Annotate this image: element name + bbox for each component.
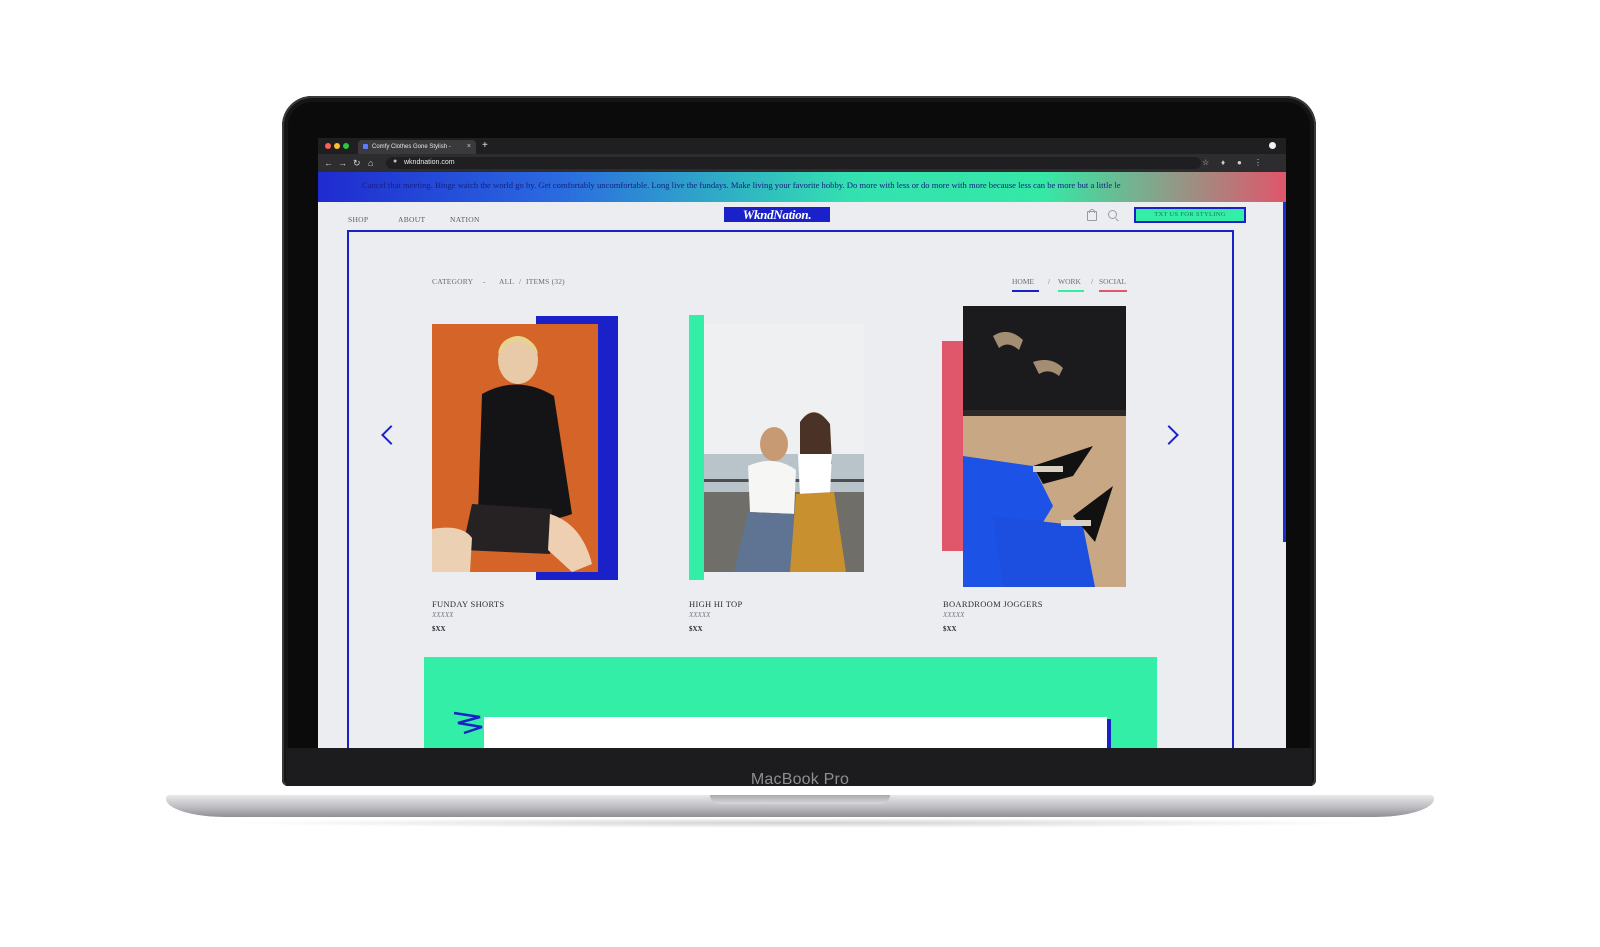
browser-tab-bar: Comfy Clothes Gone Stylish - × + bbox=[318, 138, 1286, 154]
nav-shop[interactable]: SHOP bbox=[348, 215, 368, 224]
announcement-marquee: Cancel that meeting. Binge watch the wor… bbox=[318, 172, 1286, 202]
site-logo[interactable]: WkndNation. bbox=[724, 207, 830, 222]
lock-icon: ● bbox=[393, 158, 398, 165]
product-subtitle: XXXXX bbox=[943, 611, 965, 619]
tab-close-icon[interactable]: × bbox=[467, 140, 471, 154]
model-hoodie-illustration bbox=[432, 324, 598, 572]
window-minimize-icon[interactable] bbox=[334, 143, 340, 149]
new-tab-button[interactable]: + bbox=[482, 138, 488, 154]
text-us-styling-button[interactable]: TXT US FOR STYLING bbox=[1134, 207, 1246, 223]
forward-icon[interactable]: → bbox=[338, 156, 347, 170]
extensions-icon[interactable]: ♦ bbox=[1221, 156, 1225, 170]
bookmark-star-icon[interactable]: ☆ bbox=[1202, 156, 1209, 170]
page-scrollbar[interactable] bbox=[1283, 202, 1286, 542]
home-icon[interactable]: ⌂ bbox=[368, 156, 373, 170]
breadcrumb-all[interactable]: ALL bbox=[499, 277, 514, 286]
screen: Comfy Clothes Gone Stylish - × + ← → ↻ ⌂… bbox=[318, 138, 1286, 748]
account-avatar-icon[interactable]: ● bbox=[1237, 156, 1242, 170]
product-image[interactable] bbox=[704, 324, 864, 572]
filter-separator: / bbox=[1091, 277, 1094, 286]
laptop-notch bbox=[710, 795, 890, 804]
filter-work-underline bbox=[1058, 290, 1084, 292]
product-name[interactable]: BOARDROOM JOGGERS bbox=[943, 599, 1043, 609]
product-subtitle: XXXXX bbox=[432, 611, 454, 619]
favicon-icon bbox=[363, 144, 368, 149]
breadcrumb-separator: - bbox=[483, 277, 486, 286]
product-price: $XX bbox=[943, 625, 957, 633]
search-icon[interactable] bbox=[1108, 210, 1117, 219]
product-price: $XX bbox=[432, 625, 446, 633]
breadcrumb-category[interactable]: CATEGORY bbox=[432, 277, 473, 286]
promo-inner-panel bbox=[484, 717, 1107, 748]
tab-title: Comfy Clothes Gone Stylish - bbox=[372, 144, 451, 150]
product-accent-block bbox=[689, 315, 704, 580]
browser-tab[interactable]: Comfy Clothes Gone Stylish - × bbox=[358, 140, 476, 154]
product-name[interactable]: FUNDAY SHORTS bbox=[432, 599, 504, 609]
nav-nation[interactable]: NATION bbox=[450, 215, 480, 224]
window-close-icon[interactable] bbox=[325, 143, 331, 149]
filter-social-underline bbox=[1099, 290, 1127, 292]
shopping-bag-icon[interactable] bbox=[1087, 209, 1097, 221]
product-price: $XX bbox=[689, 625, 703, 633]
back-icon[interactable]: ← bbox=[324, 156, 333, 170]
marquee-text: Cancel that meeting. Binge watch the wor… bbox=[362, 180, 1121, 190]
two-friends-illustration bbox=[704, 324, 864, 572]
reload-icon[interactable]: ↻ bbox=[353, 156, 361, 170]
address-bar[interactable]: ● wkndnation.com bbox=[386, 157, 1201, 169]
promo-banner bbox=[424, 657, 1157, 748]
filter-home-underline bbox=[1012, 290, 1039, 292]
laptop-shadow bbox=[220, 818, 1380, 828]
product-image[interactable] bbox=[432, 324, 598, 572]
product-name[interactable]: HIGH HI TOP bbox=[689, 599, 743, 609]
breadcrumb-slash: / bbox=[519, 277, 522, 286]
breadcrumb-items-count: ITEMS (32) bbox=[526, 277, 565, 286]
filter-home[interactable]: HOME bbox=[1012, 277, 1034, 286]
filter-work[interactable]: WORK bbox=[1058, 277, 1081, 286]
promo-inner-edge bbox=[1107, 719, 1111, 748]
joggers-heels-illustration bbox=[963, 306, 1126, 587]
filter-separator: / bbox=[1048, 277, 1051, 286]
product-subtitle: XXXXX bbox=[689, 611, 711, 619]
window-zoom-icon[interactable] bbox=[343, 143, 349, 149]
browser-toolbar: ← → ↻ ⌂ ● wkndnation.com ☆ ♦ ● ⋮ bbox=[318, 154, 1286, 172]
browser-menu-icon[interactable]: ⋮ bbox=[1254, 156, 1262, 170]
url-text: wkndnation.com bbox=[404, 159, 455, 166]
nav-about[interactable]: ABOUT bbox=[398, 215, 425, 224]
filter-social[interactable]: SOCIAL bbox=[1099, 277, 1126, 286]
profile-icon[interactable] bbox=[1269, 142, 1276, 149]
product-image[interactable] bbox=[963, 306, 1126, 587]
device-label: MacBook Pro bbox=[750, 771, 850, 788]
